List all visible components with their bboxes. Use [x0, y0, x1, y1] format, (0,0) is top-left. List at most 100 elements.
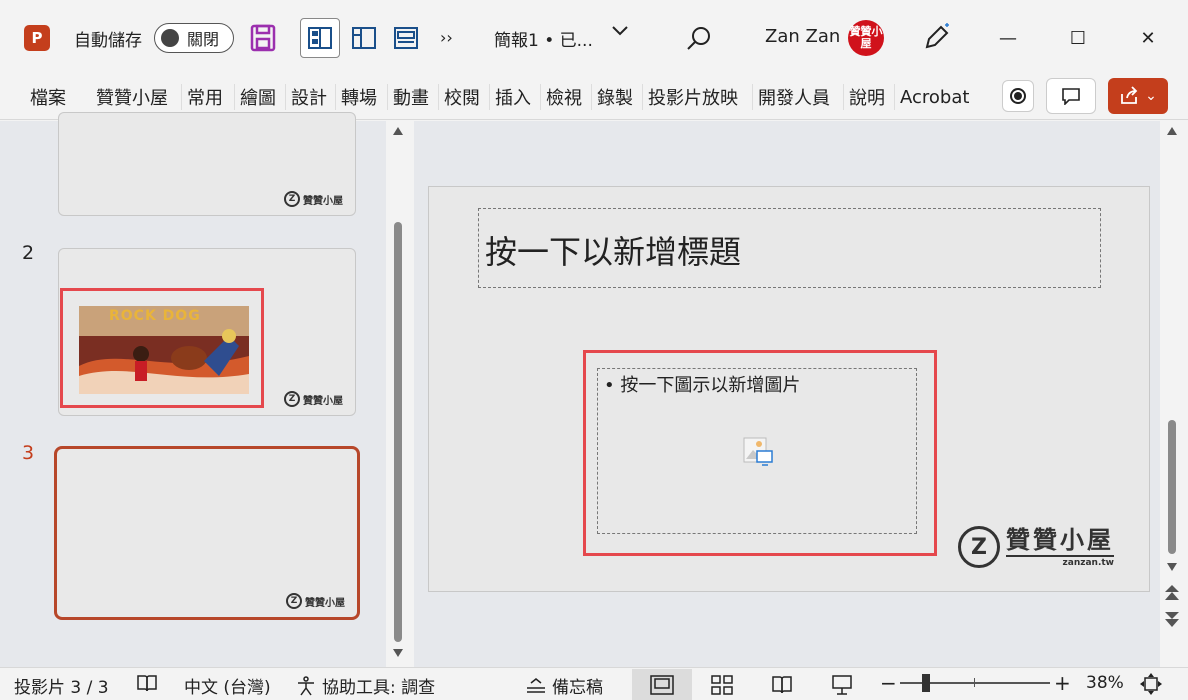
minimize-button[interactable]: — [990, 20, 1026, 56]
powerpoint-logo-icon[interactable]: P [24, 25, 50, 51]
tab-divider [438, 84, 439, 110]
scroll-up-icon[interactable] [392, 126, 404, 136]
autosave-toggle[interactable]: 關閉 [154, 23, 234, 53]
tab-divider [285, 84, 286, 110]
scroll-up-icon[interactable] [1166, 126, 1178, 136]
tab-file[interactable]: 檔案 [27, 84, 69, 110]
thumbnail-logo-text: 贊贊小屋 [305, 597, 345, 609]
highlight-box-thumbnail [60, 288, 264, 408]
tab-insert[interactable]: 插入 [492, 84, 534, 110]
normal-view-icon[interactable] [300, 18, 340, 58]
tab-developer[interactable]: 開發人員 [755, 84, 833, 110]
zoom-out-button[interactable]: − [880, 671, 897, 695]
tab-record[interactable]: 錄製 [594, 84, 636, 110]
slideshow-button[interactable] [812, 669, 872, 700]
zanzan-logo-icon: Z [286, 593, 302, 609]
tab-transitions[interactable]: 轉場 [338, 84, 380, 110]
scrollbar-thumb[interactable] [394, 222, 402, 642]
outline-view-icon[interactable] [344, 18, 384, 58]
zoom-level[interactable]: 38% [1086, 673, 1124, 693]
more-commands-icon[interactable]: ›› [440, 28, 453, 47]
tab-view[interactable]: 檢視 [543, 84, 585, 110]
avatar[interactable]: 贊贊小屋 [848, 20, 884, 56]
toggle-knob [161, 29, 179, 47]
slideshow-icon [832, 674, 852, 695]
tab-divider [642, 84, 643, 110]
tab-review[interactable]: 校閱 [441, 84, 483, 110]
scrollbar-thumb[interactable] [1168, 420, 1176, 554]
slide-number-2: 2 [22, 242, 35, 264]
accessibility-icon [298, 675, 314, 695]
tab-divider [181, 84, 182, 110]
search-icon[interactable] [685, 24, 713, 52]
slide-thumbnail-3-selected[interactable]: Z 贊贊小屋 [54, 446, 360, 620]
tab-divider [335, 84, 336, 110]
spelling-check-icon[interactable] [136, 673, 158, 693]
thumbnail-logo-text: 贊贊小屋 [303, 195, 343, 207]
comments-button[interactable] [1046, 78, 1096, 114]
close-button[interactable]: ✕ [1130, 20, 1166, 56]
share-chevron-icon: ⌄ [1145, 88, 1157, 104]
reading-view-button[interactable] [752, 669, 812, 700]
zoom-slider-center-tick [974, 678, 975, 687]
next-slide-icon[interactable] [1164, 610, 1180, 628]
zoom-in-button[interactable]: + [1054, 671, 1071, 695]
designer-pen-icon[interactable] [922, 22, 952, 52]
maximize-button[interactable]: ☐ [1060, 20, 1096, 56]
save-icon[interactable] [250, 24, 276, 52]
chevron-down-icon[interactable] [612, 26, 628, 36]
zoom-slider-thumb[interactable] [922, 674, 930, 692]
record-icon [1010, 88, 1026, 104]
notes-button[interactable]: 備忘稿 [526, 673, 603, 698]
title-placeholder[interactable]: 按一下以新增標題 [478, 208, 1101, 288]
status-bar: 投影片 3 / 3 中文 (台灣) 協助工具: 調查 備忘稿 − + 38% [0, 667, 1188, 700]
tab-draw[interactable]: 繪圖 [237, 84, 279, 110]
slide-thumbnail-1[interactable]: Z 贊贊小屋 [58, 112, 356, 216]
slide-sorter-button[interactable] [692, 669, 752, 700]
tab-divider [489, 84, 490, 110]
tab-help[interactable]: 說明 [846, 84, 888, 110]
share-button[interactable]: ⌄ [1108, 78, 1168, 114]
previous-slide-icon[interactable] [1164, 584, 1180, 602]
slide-count[interactable]: 投影片 3 / 3 [14, 673, 109, 698]
editor-scrollbar[interactable] [1166, 126, 1178, 630]
autosave-state: 關閉 [187, 30, 220, 49]
fit-to-window-icon[interactable] [1140, 673, 1162, 695]
document-title[interactable]: 簡報1 • 已... [494, 26, 593, 51]
normal-view-icon [650, 674, 674, 695]
tab-divider [894, 84, 895, 110]
slide-number-3: 3 [22, 442, 35, 464]
tab-divider [387, 84, 388, 110]
tab-design[interactable]: 設計 [288, 84, 330, 110]
tab-acrobat[interactable]: Acrobat [897, 84, 972, 110]
normal-view-button[interactable] [632, 669, 692, 700]
notes-icon [527, 677, 545, 693]
tab-zanzan[interactable]: 贊贊小屋 [93, 84, 171, 110]
tab-divider [591, 84, 592, 110]
slide-sorter-icon [711, 674, 733, 695]
thumbnails-scrollbar[interactable] [392, 126, 404, 660]
tab-animations[interactable]: 動畫 [390, 84, 432, 110]
user-name[interactable]: Zan Zan [765, 26, 840, 47]
reading-view-icon[interactable] [386, 18, 426, 58]
tab-slideshow[interactable]: 投影片放映 [645, 84, 741, 110]
scroll-down-icon[interactable] [392, 648, 404, 658]
tab-divider [540, 84, 541, 110]
scroll-down-icon[interactable] [1166, 562, 1178, 572]
accessibility-label: 協助工具: 調查 [322, 678, 436, 698]
accessibility-status[interactable]: 協助工具: 調查 [296, 673, 435, 698]
title-placeholder-text: 按一下以新增標題 [485, 233, 742, 271]
zanzan-logo-icon: Z [284, 391, 300, 407]
language-indicator[interactable]: 中文 (台灣) [184, 673, 271, 698]
thumbnail-logo-text: 贊贊小屋 [303, 395, 343, 407]
slide-logo-domain: zanzan.tw [1006, 554, 1114, 568]
tab-divider [234, 84, 235, 110]
thumbnail-logo: Z 贊贊小屋 [286, 593, 345, 609]
autosave-label: 自動儲存 [74, 31, 142, 51]
zanzan-logo-icon: Z [284, 191, 300, 207]
tab-home[interactable]: 常用 [184, 84, 226, 110]
tab-divider [843, 84, 844, 110]
tab-divider [752, 84, 753, 110]
record-button[interactable] [1002, 80, 1034, 112]
share-icon [1121, 86, 1138, 104]
